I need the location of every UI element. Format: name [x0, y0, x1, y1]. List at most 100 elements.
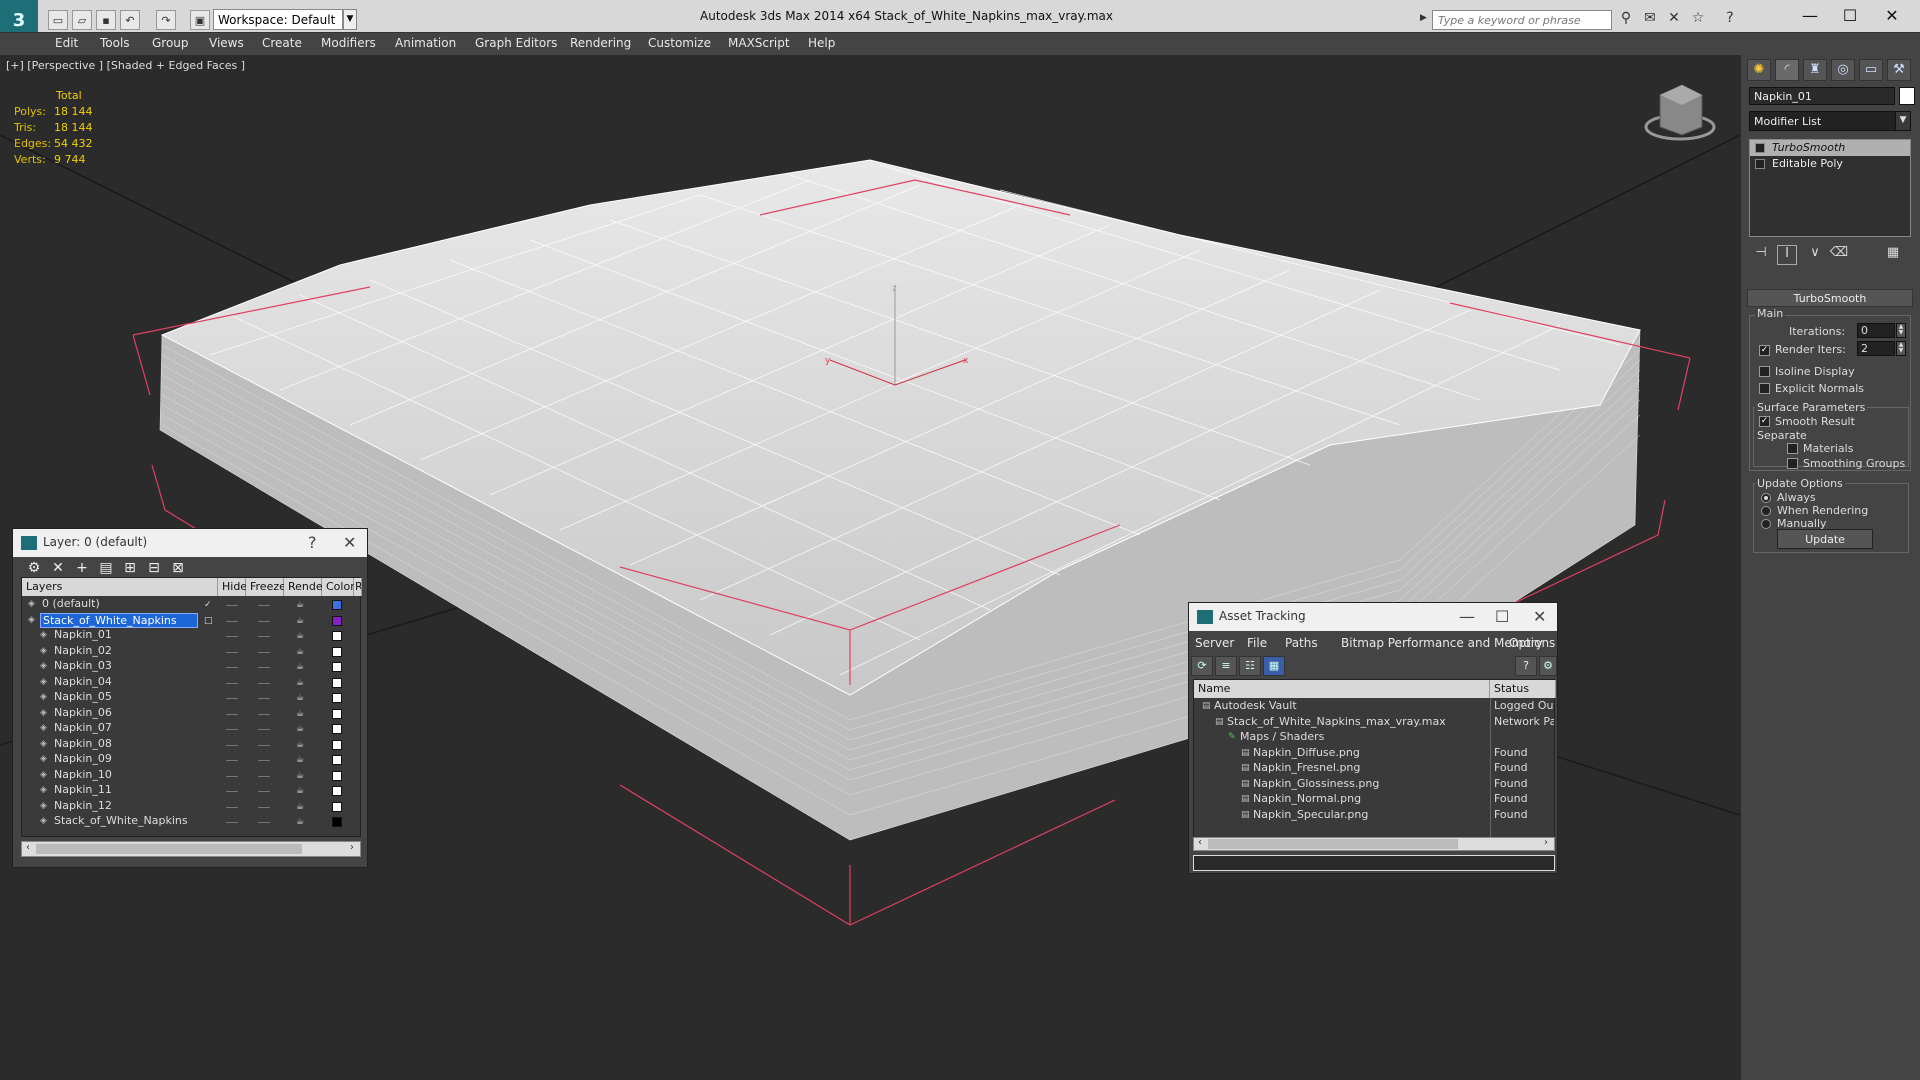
- remove-modifier-icon[interactable]: ⌫: [1829, 245, 1849, 265]
- current-layer-check-icon[interactable]: [204, 802, 214, 812]
- utilities-tab-icon[interactable]: ⚒: [1887, 59, 1911, 81]
- render-iters-spinner-arrows[interactable]: ▲ ▼: [1896, 341, 1906, 356]
- open-file-icon[interactable]: ▱: [72, 10, 92, 30]
- asset-scroll-right-icon[interactable]: ›: [1544, 837, 1548, 848]
- current-layer-check-icon[interactable]: ✓: [204, 600, 214, 610]
- current-layer-check-icon[interactable]: □: [204, 616, 214, 626]
- hide-toggle[interactable]: [226, 791, 238, 792]
- current-layer-check-icon[interactable]: [204, 724, 214, 734]
- freeze-toggle[interactable]: [258, 620, 270, 622]
- render-teapot-icon[interactable]: ☕: [296, 817, 306, 827]
- save-file-icon[interactable]: ▪: [96, 10, 116, 30]
- hide-toggle[interactable]: [226, 822, 238, 823]
- stack-item-editable-poly[interactable]: Editable Poly: [1750, 156, 1910, 172]
- scroll-right-icon[interactable]: ›: [350, 842, 354, 853]
- freeze-toggle[interactable]: [258, 760, 270, 761]
- col-color[interactable]: Color: [322, 578, 355, 596]
- hide-toggle[interactable]: [226, 698, 238, 699]
- favorites-star-icon[interactable]: ☆: [1688, 10, 1708, 30]
- asset-help-icon[interactable]: ?: [1515, 656, 1537, 676]
- asset-col-name[interactable]: Name: [1194, 680, 1490, 698]
- layer-color-swatch[interactable]: [332, 662, 342, 672]
- smooth-result-checkbox[interactable]: ✓: [1759, 416, 1770, 427]
- freeze-toggle[interactable]: [258, 698, 270, 699]
- layer-color-swatch[interactable]: [332, 693, 342, 703]
- layer-color-swatch[interactable]: [332, 786, 342, 796]
- menu-animation[interactable]: Animation: [395, 36, 456, 50]
- make-unique-icon[interactable]: ∨: [1805, 245, 1825, 265]
- layer-row[interactable]: ◈ Stack_of_White_Napkins ☕: [22, 813, 362, 832]
- pin-stack-icon[interactable]: ⊣: [1751, 245, 1771, 265]
- render-teapot-icon[interactable]: ☕: [296, 802, 306, 812]
- freeze-toggle[interactable]: [258, 744, 270, 746]
- hide-toggle[interactable]: [226, 760, 238, 761]
- menu-views[interactable]: Views: [209, 36, 244, 50]
- asset-menu-options[interactable]: Options: [1509, 636, 1555, 650]
- menu-group[interactable]: Group: [152, 36, 189, 50]
- asset-scroll-thumb[interactable]: [1208, 839, 1458, 849]
- render-teapot-icon[interactable]: ☕: [296, 709, 306, 719]
- update-manually-radio[interactable]: [1761, 519, 1771, 529]
- freeze-toggle[interactable]: [258, 729, 270, 730]
- layer-name[interactable]: Napkin_05: [52, 690, 114, 703]
- menu-maxscript[interactable]: MAXScript: [728, 36, 790, 50]
- binoculars-icon[interactable]: ⚲: [1616, 10, 1636, 30]
- render-teapot-icon[interactable]: ☕: [296, 647, 306, 657]
- bulb-icon[interactable]: [1755, 143, 1765, 153]
- layer-name[interactable]: Napkin_01: [52, 628, 114, 641]
- layer-horizontal-scrollbar[interactable]: ‹ ›: [21, 841, 361, 857]
- turbosmooth-rollout-header[interactable]: TurboSmooth: [1747, 289, 1913, 307]
- layer-name[interactable]: Napkin_03: [52, 659, 114, 672]
- layer-help-icon[interactable]: ?: [308, 533, 317, 552]
- menu-create[interactable]: Create: [262, 36, 302, 50]
- menu-tools[interactable]: Tools: [100, 36, 130, 50]
- explicit-normals-checkbox[interactable]: [1759, 383, 1770, 394]
- render-teapot-icon[interactable]: ☕: [296, 631, 306, 641]
- layer-name[interactable]: Napkin_06: [52, 706, 114, 719]
- asset-path-field[interactable]: [1193, 855, 1555, 871]
- modify-tab-icon[interactable]: ◜: [1775, 59, 1799, 81]
- expand-icon[interactable]: [1755, 159, 1765, 169]
- layer-panel-titlebar[interactable]: Layer: 0 (default) ? ✕: [13, 529, 367, 557]
- current-layer-check-icon[interactable]: [204, 647, 214, 657]
- new-file-icon[interactable]: ▭: [48, 10, 68, 30]
- render-teapot-icon[interactable]: ☕: [296, 662, 306, 672]
- layer-color-swatch[interactable]: [332, 770, 342, 781]
- layer-color-swatch[interactable]: [332, 677, 342, 688]
- undo-icon[interactable]: ↶: [120, 10, 140, 30]
- scroll-left-icon[interactable]: ‹: [26, 842, 30, 853]
- maximize-window-icon[interactable]: ☐: [1830, 6, 1870, 34]
- menu-graph-editors[interactable]: Graph Editors: [475, 36, 557, 50]
- hide-toggle[interactable]: [226, 620, 238, 622]
- workspace-select[interactable]: Workspace: Default: [213, 9, 343, 30]
- render-teapot-icon[interactable]: ☕: [296, 724, 306, 734]
- layer-name[interactable]: Napkin_04: [52, 675, 114, 688]
- list-view-icon[interactable]: ≡: [1215, 656, 1237, 676]
- col-freeze[interactable]: Freeze: [246, 578, 286, 596]
- iterations-spinner-arrows[interactable]: ▲ ▼: [1896, 323, 1906, 338]
- exchange-icon[interactable]: ✕: [1664, 10, 1684, 30]
- asset-options-icon[interactable]: ⚙: [1539, 656, 1557, 676]
- layer-name[interactable]: Napkin_07: [52, 721, 114, 734]
- modifier-list-dropdown-icon[interactable]: ▼: [1895, 111, 1911, 131]
- asset-row[interactable]: ▤ Napkin_Specular.png Found: [1194, 807, 1556, 826]
- current-layer-check-icon[interactable]: [204, 662, 214, 672]
- current-layer-check-icon[interactable]: [204, 678, 214, 688]
- update-when-rendering-radio[interactable]: [1761, 506, 1771, 516]
- layer-name[interactable]: Napkin_11: [52, 783, 114, 796]
- menu-edit[interactable]: Edit: [55, 36, 78, 50]
- layer-color-swatch[interactable]: [332, 724, 342, 734]
- current-layer-check-icon[interactable]: [204, 817, 214, 827]
- col-radiosity[interactable]: R: [354, 578, 362, 596]
- layer-name[interactable]: 0 (default): [40, 597, 102, 610]
- asset-name[interactable]: Napkin_Fresnel.png: [1253, 761, 1360, 774]
- render-teapot-icon[interactable]: ☕: [296, 693, 306, 703]
- hide-toggle[interactable]: [226, 636, 238, 637]
- freeze-toggle[interactable]: [258, 667, 270, 668]
- configure-sets-icon[interactable]: ▦: [1883, 245, 1903, 265]
- project-folder-icon[interactable]: ▣: [190, 10, 210, 30]
- display-tab-icon[interactable]: ▭: [1859, 59, 1883, 81]
- hide-toggle[interactable]: [226, 682, 238, 684]
- search-expand-icon[interactable]: ▶: [1420, 13, 1427, 23]
- asset-menu-paths[interactable]: Paths: [1285, 636, 1318, 650]
